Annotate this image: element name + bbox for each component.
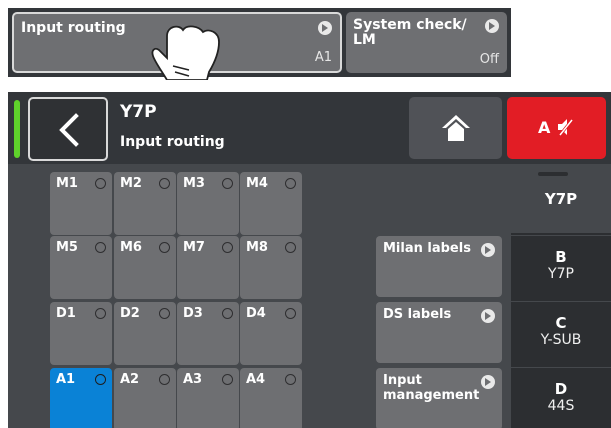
- input-button-label: M5: [56, 240, 78, 255]
- back-button[interactable]: [28, 97, 108, 161]
- arrow-right-circle-icon: [318, 21, 332, 35]
- system-check-tile[interactable]: System check/ LM Off: [346, 12, 507, 73]
- input-management-button[interactable]: Input management: [376, 368, 502, 428]
- led-indicator: [285, 374, 296, 385]
- input-button[interactable]: A4: [240, 368, 302, 428]
- led-indicator: [285, 308, 296, 319]
- system-check-tile-value: Off: [479, 52, 499, 67]
- milan-labels-label: Milan labels: [383, 241, 471, 256]
- input-button[interactable]: D2: [114, 302, 176, 365]
- led-indicator: [285, 178, 296, 189]
- led-indicator: [222, 178, 233, 189]
- page-subtitle: Input routing: [120, 134, 225, 150]
- scroll-handle[interactable]: [538, 172, 568, 176]
- led-indicator: [95, 308, 106, 319]
- input-button[interactable]: A2: [114, 368, 176, 428]
- input-button-label: A2: [120, 372, 140, 387]
- input-button-label: A4: [246, 372, 266, 387]
- tab-device-name: Y-SUB: [540, 332, 582, 348]
- tab-letter: B: [555, 248, 567, 266]
- input-routing-tile-label: Input routing: [21, 20, 126, 36]
- input-button[interactable]: M6: [114, 236, 176, 299]
- input-button[interactable]: D1: [50, 302, 112, 365]
- ds-labels-label: DS labels: [383, 307, 452, 322]
- led-indicator: [95, 178, 106, 189]
- input-button-label: D4: [246, 306, 266, 321]
- input-button-label: M4: [246, 176, 268, 191]
- input-button[interactable]: A3: [177, 368, 239, 428]
- input-button-label: D3: [183, 306, 203, 321]
- led-indicator: [159, 178, 170, 189]
- input-button[interactable]: M5: [50, 236, 112, 299]
- led-indicator: [222, 242, 233, 253]
- tab-device-c[interactable]: C Y-SUB: [511, 301, 611, 366]
- tile-preview-strip: Input routing A1 System check/ LM Off: [8, 8, 511, 80]
- arrow-right-circle-icon: [481, 375, 495, 389]
- led-indicator: [285, 242, 296, 253]
- input-button-label: A3: [183, 372, 203, 387]
- tab-current-device-label: Y7P: [544, 190, 578, 208]
- milan-labels-button[interactable]: Milan labels: [376, 236, 502, 297]
- system-check-tile-label: System check/ LM: [353, 17, 467, 48]
- input-button[interactable]: M7: [177, 236, 239, 299]
- input-button[interactable]: M2: [114, 172, 176, 235]
- input-button-label: M3: [183, 176, 205, 191]
- ds-labels-button[interactable]: DS labels: [376, 302, 502, 363]
- arrow-right-circle-icon: [481, 243, 495, 257]
- home-button[interactable]: [409, 97, 502, 159]
- tab-device-b[interactable]: B Y7P: [511, 235, 611, 300]
- led-indicator: [159, 374, 170, 385]
- input-management-label: Input management: [383, 373, 480, 403]
- input-button[interactable]: D4: [240, 302, 302, 365]
- input-button[interactable]: D3: [177, 302, 239, 365]
- mute-button-label: A: [538, 118, 551, 137]
- led-indicator: [159, 242, 170, 253]
- chevron-left-icon: [59, 113, 79, 147]
- tab-letter: D: [554, 380, 568, 398]
- input-button-label: D1: [56, 306, 76, 321]
- input-button-label: M1: [56, 176, 78, 191]
- home-icon: [442, 115, 470, 141]
- input-button[interactable]: M1: [50, 172, 112, 235]
- arrow-right-circle-icon: [485, 19, 499, 33]
- input-button[interactable]: M8: [240, 236, 302, 299]
- pointing-hand-icon: [151, 25, 220, 80]
- led-indicator: [159, 308, 170, 319]
- input-button-selected[interactable]: A1: [50, 368, 112, 428]
- tab-device-d[interactable]: D 44S: [511, 367, 611, 428]
- input-button[interactable]: M3: [177, 172, 239, 235]
- tab-letter: C: [555, 314, 567, 332]
- device-screen: Y7P Input routing A M1 M2 M3 M4 M5 M6 M7…: [8, 92, 611, 428]
- led-indicator: [222, 374, 233, 385]
- input-button-label: M8: [246, 240, 268, 255]
- input-button-label: M2: [120, 176, 142, 191]
- speaker-mute-icon: [558, 119, 573, 136]
- led-indicator: [95, 374, 106, 385]
- arrow-right-circle-icon: [481, 309, 495, 323]
- led-indicator: [95, 242, 106, 253]
- mute-button[interactable]: A: [507, 97, 606, 159]
- status-indicator-bar: [14, 100, 20, 158]
- input-button-label: M7: [183, 240, 205, 255]
- tab-device-name: 44S: [547, 398, 575, 414]
- input-button-label: A1: [56, 372, 76, 387]
- input-routing-tile-value: A1: [314, 50, 332, 65]
- tab-device-name: Y7P: [548, 266, 574, 282]
- input-button-label: M6: [120, 240, 142, 255]
- device-title: Y7P: [120, 102, 157, 122]
- input-button-label: D2: [120, 306, 140, 321]
- input-button[interactable]: M4: [240, 172, 302, 235]
- led-indicator: [222, 308, 233, 319]
